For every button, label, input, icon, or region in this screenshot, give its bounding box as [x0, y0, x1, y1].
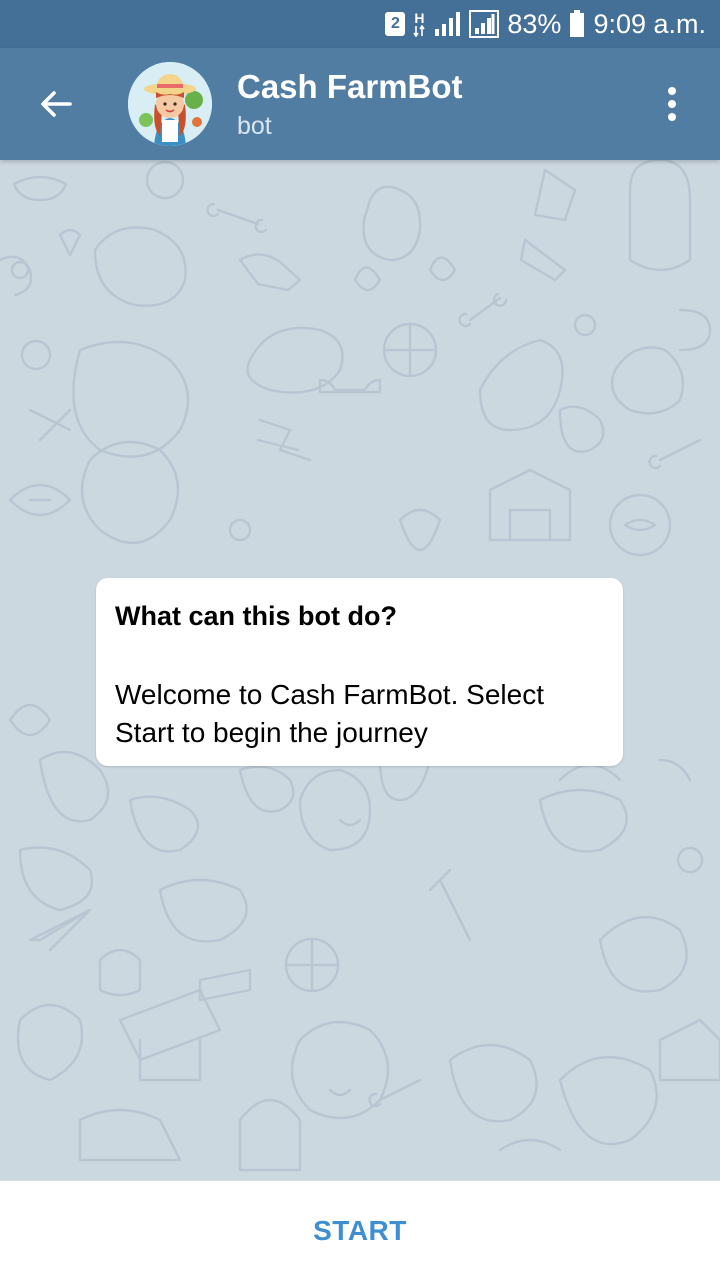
info-card-title: What can this bot do?	[115, 601, 397, 631]
status-time: 9:09 a.m.	[593, 8, 706, 39]
info-card-text: Welcome to Cash FarmBot. Select Start to…	[115, 679, 544, 748]
bot-info-card: What can this bot do? Welcome to Cash Fa…	[96, 578, 623, 766]
signal-2-icon	[469, 10, 500, 38]
more-options-button[interactable]	[652, 84, 692, 124]
bottom-bar: START	[0, 1180, 720, 1280]
battery-icon	[569, 10, 585, 38]
status-bar: 2 H 83% 9:09 a.m.	[0, 0, 720, 48]
chat-header: Cash FarmBot bot	[0, 48, 720, 160]
network-h-icon: H	[413, 11, 426, 37]
chat-area: What can this bot do? Welcome to Cash Fa…	[0, 160, 720, 1180]
more-vertical-icon	[668, 87, 676, 121]
sim-2-icon: 2	[385, 12, 406, 36]
back-arrow-icon	[41, 91, 72, 117]
chat-subtitle: bot	[237, 112, 272, 140]
battery-percent: 83%	[507, 8, 562, 39]
start-button[interactable]: START	[273, 1205, 447, 1257]
back-button[interactable]	[30, 78, 82, 130]
avatar[interactable]	[128, 62, 212, 146]
chat-title: Cash FarmBot	[237, 68, 463, 105]
signal-icon	[433, 11, 461, 37]
